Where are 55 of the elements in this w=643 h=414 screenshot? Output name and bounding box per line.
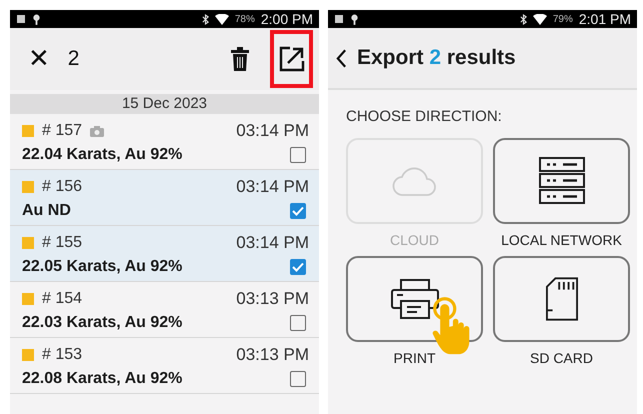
section-label: CHOOSE DIRECTION: [345,107,503,127]
option-label: LOCAL NETWORK [501,232,622,248]
result-number: # 156 [42,178,82,196]
wifi-icon [532,14,547,24]
checkbox[interactable] [290,371,306,387]
clock: 2:01 PM [578,11,631,27]
result-value: 22.05 Karats, Au 92% [22,258,182,276]
printer-icon [390,279,438,319]
result-time: 03:14 PM [236,177,309,197]
battery-level: 79% [552,14,573,24]
result-number: # 155 [42,234,82,252]
result-number: # 157 [42,122,82,140]
cloud-icon [390,165,438,197]
back-icon[interactable] [336,48,347,68]
checkbox[interactable] [290,203,306,219]
result-time: 03:13 PM [236,345,309,365]
bluetooth-icon [520,14,527,24]
result-row[interactable]: # 156 03:14 PM Au ND [10,170,319,226]
network-option[interactable] [493,138,630,224]
result-row[interactable]: # 153 03:13 PM 22.08 Karats, Au 92% [10,338,319,394]
date-header: 15 Dec 2023 [10,94,319,114]
checkbox[interactable] [290,259,306,275]
battery-level: 78% [234,14,255,24]
sd-card-icon [546,277,578,321]
clock: 2:00 PM [260,11,313,27]
option-label: PRINT [394,350,436,366]
result-number: # 153 [42,346,82,364]
result-row[interactable]: # 154 03:13 PM 22.03 Karats, Au 92% [10,282,319,338]
export-button[interactable] [270,30,313,88]
result-value: 22.08 Karats, Au 92% [22,370,182,388]
bluetooth-icon [202,14,209,24]
selected-count: 2 [68,47,80,71]
result-time: 03:14 PM [236,233,309,253]
checkbox[interactable] [290,315,306,331]
pin-icon [32,14,41,24]
result-value: 22.03 Karats, Au 92% [22,314,182,332]
result-time: 03:14 PM [236,121,309,141]
sim-icon [334,14,344,24]
option-label: SD CARD [530,350,593,366]
result-row[interactable]: # 155 03:14 PM 22.05 Karats, Au 92% [10,226,319,282]
trash-icon[interactable] [230,47,250,71]
result-value: 22.04 Karats, Au 92% [22,146,182,164]
screen-title: Export 2 results [357,46,516,70]
result-time: 03:13 PM [236,289,309,309]
pin-icon [350,14,359,24]
option-label: CLOUD [390,232,439,248]
export-icon [278,46,304,72]
sim-icon [16,14,26,24]
result-value: Au ND [22,202,71,220]
server-icon [538,157,584,205]
checkbox[interactable] [290,147,306,163]
result-number: # 154 [42,290,82,308]
close-button[interactable]: ✕ [28,46,50,72]
wifi-icon [214,14,229,24]
sdcard-option[interactable] [493,256,630,342]
